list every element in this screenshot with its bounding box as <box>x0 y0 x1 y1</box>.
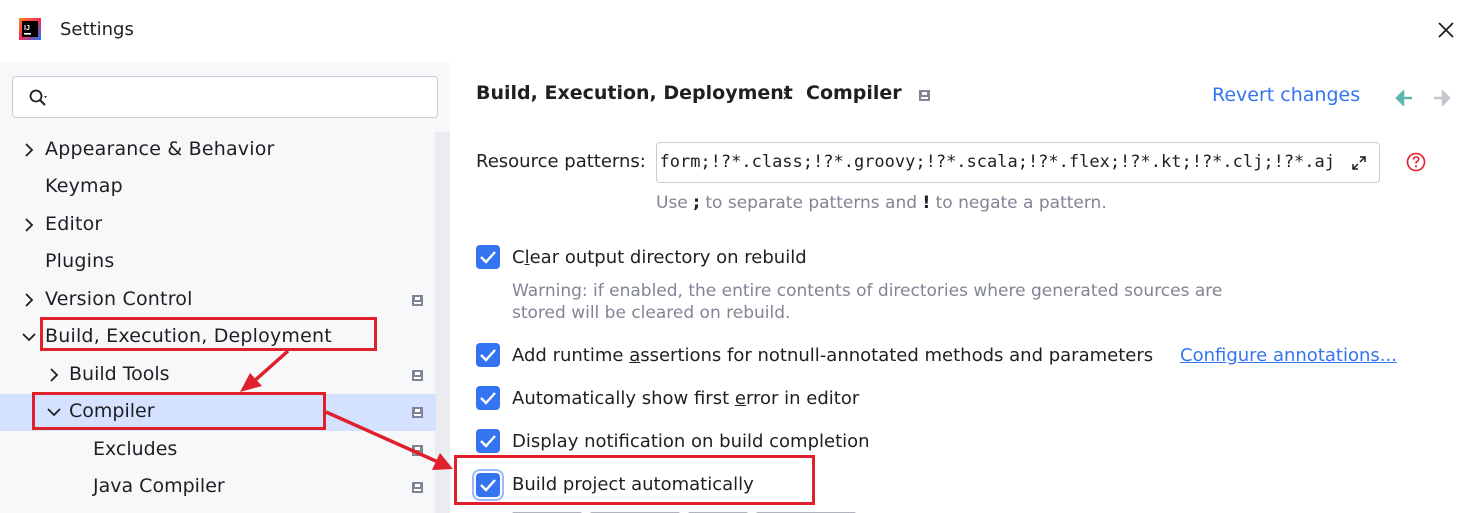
checkmark-icon <box>480 349 496 362</box>
annotation-highlight-build-execution <box>40 317 377 351</box>
project-level-icon <box>412 445 423 456</box>
project-level-icon <box>919 90 930 101</box>
build-notification-checkbox[interactable] <box>476 429 500 453</box>
sidebar-scrollbar[interactable] <box>435 132 450 513</box>
sidebar-item-label: Java Compiler <box>93 475 225 497</box>
breadcrumb-separator: › <box>782 84 790 106</box>
sidebar-item-build-tools[interactable]: Build Tools <box>0 357 436 394</box>
show-first-error-checkbox[interactable] <box>476 386 500 410</box>
expand-icon[interactable] <box>1351 155 1367 171</box>
project-level-icon <box>412 407 423 418</box>
sidebar-item-version-control[interactable]: Version Control <box>0 282 436 319</box>
resource-patterns-input[interactable]: !?*.java;!?*.form;!?*.class;!?*.groovy;!… <box>656 142 1380 183</box>
close-icon[interactable] <box>1433 17 1459 43</box>
sidebar-item-appearance-behavior[interactable]: Appearance & Behavior <box>0 132 436 169</box>
page-title: Compiler <box>806 82 902 104</box>
checkmark-icon <box>480 251 496 264</box>
settings-sidebar: Appearance & Behavior Keymap Editor Plug… <box>0 62 450 513</box>
project-level-icon <box>412 295 423 306</box>
sidebar-item-keymap[interactable]: Keymap <box>0 169 436 206</box>
sidebar-item-label: Appearance & Behavior <box>45 138 275 160</box>
sidebar-item-java-compiler[interactable]: Java Compiler <box>0 469 436 506</box>
chevron-right-icon <box>25 218 34 232</box>
window-title: Settings <box>60 19 134 40</box>
resource-patterns-label: Resource patterns: <box>476 151 646 172</box>
sidebar-item-label: Keymap <box>45 175 123 197</box>
checkmark-icon <box>480 392 496 405</box>
chevron-down-icon <box>22 333 36 342</box>
cut-off-text <box>512 512 856 513</box>
clear-output-label[interactable]: Clear output directory on rebuild <box>512 247 807 268</box>
sidebar-item-plugins[interactable]: Plugins <box>0 244 436 281</box>
breadcrumb-parent[interactable]: Build, Execution, Deployment <box>476 82 793 104</box>
chevron-right-icon <box>50 368 59 382</box>
project-level-icon <box>412 482 423 493</box>
build-notification-label[interactable]: Display notification on build completion <box>512 431 870 452</box>
annotation-highlight-compiler <box>32 392 326 430</box>
revert-changes-link[interactable]: Revert changes <box>1212 84 1360 106</box>
resource-patterns-hint: Use ; to separate patterns and ! to nega… <box>656 193 1107 213</box>
search-icon <box>29 89 47 106</box>
sidebar-item-label: Plugins <box>45 250 115 272</box>
chevron-right-icon <box>25 293 34 307</box>
svg-text:IJ: IJ <box>24 25 30 32</box>
arrow-forward-icon[interactable] <box>1433 90 1451 106</box>
show-first-error-label[interactable]: Automatically show first error in editor <box>512 388 859 409</box>
clear-output-checkbox[interactable] <box>476 245 500 269</box>
search-input[interactable] <box>12 76 438 118</box>
sidebar-item-excludes[interactable]: Excludes <box>0 432 436 469</box>
clear-output-warning-line2: stored will be cleared on rebuild. <box>512 303 791 323</box>
sidebar-item-label: Build Tools <box>69 363 170 385</box>
sidebar-item-editor[interactable]: Editor <box>0 207 436 244</box>
compiler-settings-panel: Build, Execution, Deployment › Compiler … <box>450 62 1472 513</box>
sidebar-item-label: Editor <box>45 213 103 235</box>
runtime-assertions-checkbox[interactable] <box>476 343 500 367</box>
runtime-assertions-label[interactable]: Add runtime assertions for notnull-annot… <box>512 345 1153 366</box>
clear-output-warning-line1: Warning: if enabled, the entire contents… <box>512 281 1223 301</box>
sidebar-item-label: Excludes <box>93 438 178 460</box>
resource-patterns-value: !?*.java;!?*.form;!?*.class;!?*.groovy;!… <box>657 152 1335 172</box>
help-icon[interactable] <box>1406 152 1426 172</box>
title-bar: IJ Settings <box>0 0 1472 62</box>
chevron-right-icon <box>25 143 34 157</box>
intellij-app-icon: IJ <box>19 18 41 40</box>
sidebar-item-label: Version Control <box>45 288 193 310</box>
checkmark-icon <box>480 435 496 448</box>
configure-annotations-link[interactable]: Configure annotations... <box>1180 345 1397 366</box>
project-level-icon <box>412 370 423 381</box>
annotation-highlight-build-automatically <box>454 455 815 505</box>
arrow-back-icon[interactable] <box>1395 90 1413 106</box>
main-scrollbar[interactable] <box>1458 124 1472 513</box>
